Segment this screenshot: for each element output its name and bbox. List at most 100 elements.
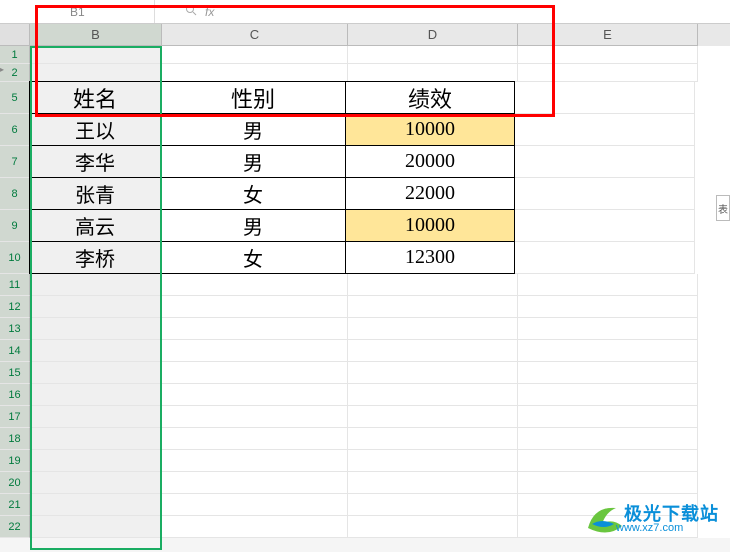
row-header[interactable]: 14 [0, 340, 30, 362]
cell[interactable] [162, 46, 348, 64]
row-header[interactable]: 17 [0, 406, 30, 428]
cell[interactable] [515, 146, 695, 178]
cell[interactable] [30, 406, 162, 428]
cell-score[interactable]: 12300 [345, 241, 515, 274]
cell-gender[interactable]: 男 [160, 145, 346, 178]
table-header-gender[interactable]: 性别 [160, 81, 346, 114]
cell[interactable] [518, 340, 698, 362]
cell[interactable] [515, 242, 695, 274]
cell[interactable] [30, 428, 162, 450]
cell[interactable] [518, 362, 698, 384]
row-header[interactable]: 15 [0, 362, 30, 384]
cell[interactable] [348, 296, 518, 318]
cell[interactable] [348, 516, 518, 538]
row-header[interactable]: 9 [0, 210, 30, 242]
row-header[interactable]: 19 [0, 450, 30, 472]
cell[interactable] [518, 450, 698, 472]
table-header-score[interactable]: 绩效 [345, 81, 515, 114]
cell[interactable] [518, 384, 698, 406]
row-header[interactable]: 1 [0, 46, 30, 64]
cell[interactable] [348, 362, 518, 384]
name-box[interactable]: B1 [0, 0, 155, 23]
cell[interactable] [348, 494, 518, 516]
cell[interactable] [162, 406, 348, 428]
cell[interactable] [348, 450, 518, 472]
cell[interactable] [348, 406, 518, 428]
cell[interactable] [162, 362, 348, 384]
cell[interactable] [30, 340, 162, 362]
row-header[interactable]: 5 [0, 82, 30, 114]
row-header[interactable]: 11 [0, 274, 30, 296]
row-header[interactable]: 21 [0, 494, 30, 516]
cell-name[interactable]: 王以 [29, 113, 161, 146]
cell[interactable] [518, 46, 698, 64]
row-header[interactable]: 12 [0, 296, 30, 318]
cell[interactable] [348, 340, 518, 362]
cell[interactable] [518, 274, 698, 296]
row-header[interactable]: 16 [0, 384, 30, 406]
cell[interactable] [162, 296, 348, 318]
column-header-c[interactable]: C [162, 24, 348, 46]
cell[interactable] [30, 494, 162, 516]
cell[interactable] [162, 494, 348, 516]
row-header[interactable]: 7 [0, 146, 30, 178]
cell[interactable] [162, 274, 348, 296]
cell[interactable] [162, 516, 348, 538]
cell[interactable] [30, 450, 162, 472]
row-header[interactable]: 6 [0, 114, 30, 146]
cell[interactable] [515, 82, 695, 114]
table-header-name[interactable]: 姓名 [29, 81, 161, 114]
row-header[interactable]: 22 [0, 516, 30, 538]
cell[interactable] [518, 472, 698, 494]
cell[interactable] [518, 318, 698, 340]
row-header[interactable]: 13 [0, 318, 30, 340]
group-marker-icon[interactable]: ▸ [0, 65, 8, 73]
cell-score[interactable]: 22000 [345, 177, 515, 210]
cell[interactable] [348, 46, 518, 64]
cell[interactable] [162, 340, 348, 362]
cell[interactable] [30, 516, 162, 538]
cell[interactable] [162, 428, 348, 450]
cell[interactable] [515, 210, 695, 242]
cell[interactable] [518, 428, 698, 450]
cell[interactable] [348, 318, 518, 340]
row-header[interactable]: 8 [0, 178, 30, 210]
row-header[interactable]: 20 [0, 472, 30, 494]
select-all-corner[interactable] [0, 24, 30, 46]
cell[interactable] [348, 472, 518, 494]
cell-score[interactable]: 10000 [345, 209, 515, 242]
row-header[interactable]: 18 [0, 428, 30, 450]
cell[interactable] [348, 64, 518, 82]
cell-name[interactable]: 高云 [29, 209, 161, 242]
cell[interactable] [518, 494, 698, 516]
cell[interactable] [162, 472, 348, 494]
fx-area[interactable]: fx [155, 4, 214, 19]
cell[interactable] [30, 472, 162, 494]
cell-name[interactable]: 张青 [29, 177, 161, 210]
cell[interactable] [518, 516, 698, 538]
cell[interactable] [30, 64, 162, 82]
cell[interactable] [30, 318, 162, 340]
cell-name[interactable]: 李桥 [29, 241, 161, 274]
cell[interactable] [30, 362, 162, 384]
cell[interactable] [515, 114, 695, 146]
cell[interactable] [348, 384, 518, 406]
side-panel-toggle[interactable]: 表 [716, 195, 730, 221]
cell-gender[interactable]: 女 [160, 177, 346, 210]
column-header-d[interactable]: D [348, 24, 518, 46]
cell-score[interactable]: 10000 [345, 113, 515, 146]
cell-name[interactable]: 李华 [29, 145, 161, 178]
row-header[interactable]: 10 [0, 242, 30, 274]
cell-gender[interactable]: 男 [160, 209, 346, 242]
cell[interactable] [162, 318, 348, 340]
cell[interactable] [162, 64, 348, 82]
cell-score[interactable]: 20000 [345, 145, 515, 178]
cell[interactable] [162, 384, 348, 406]
cell[interactable] [162, 450, 348, 472]
cell-gender[interactable]: 男 [160, 113, 346, 146]
cell[interactable] [518, 296, 698, 318]
cell-gender[interactable]: 女 [160, 241, 346, 274]
column-header-b[interactable]: B [30, 24, 162, 46]
cell[interactable] [30, 274, 162, 296]
cell[interactable] [30, 296, 162, 318]
